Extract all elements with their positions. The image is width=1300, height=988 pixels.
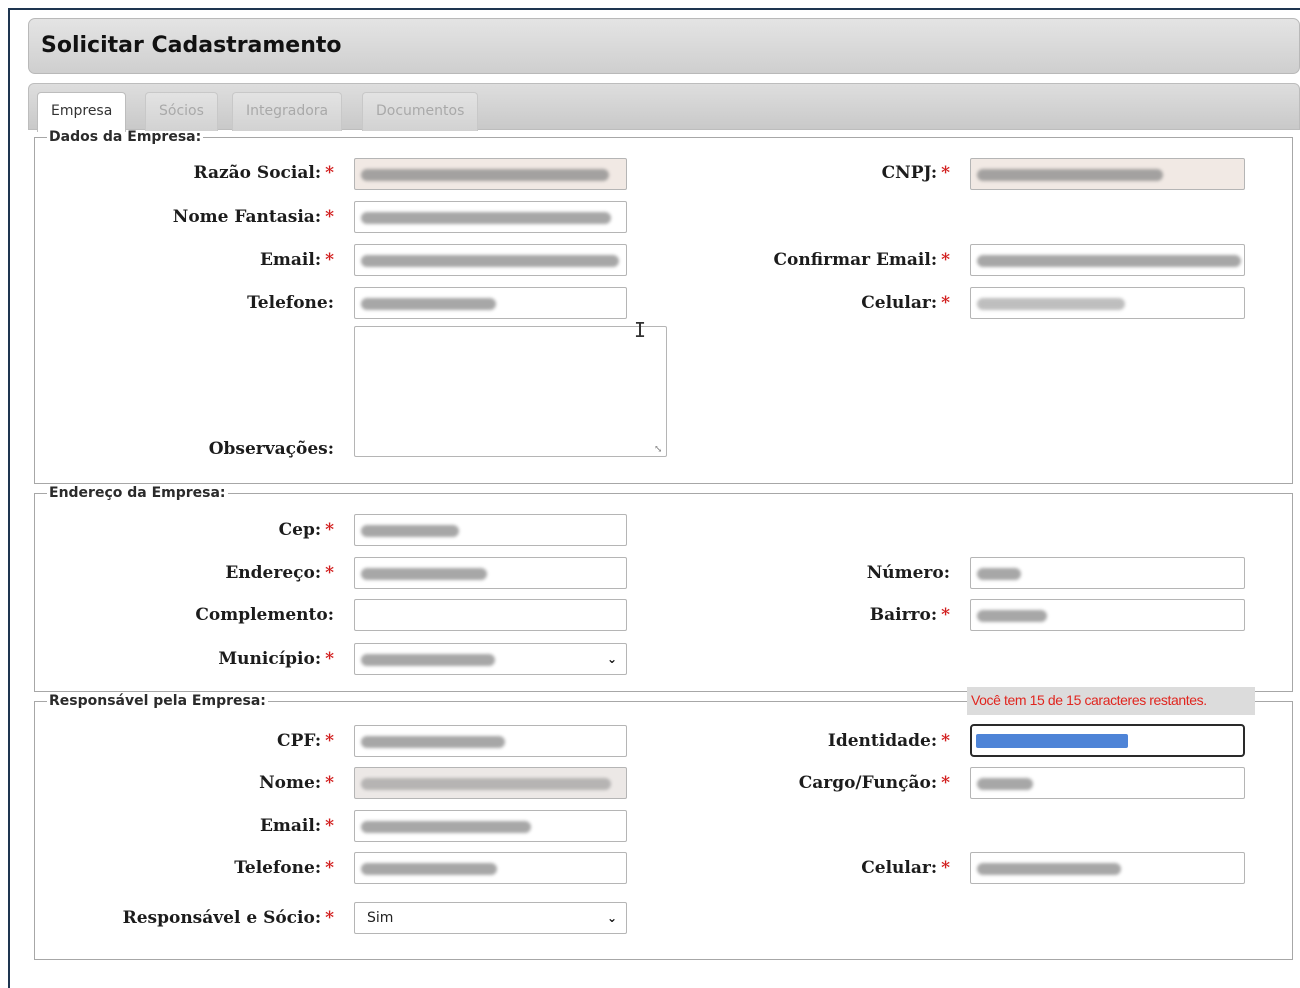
cargo-funcao-label: Cargo/Função: * [798,773,950,793]
telefone-input[interactable] [354,287,627,319]
bairro-input[interactable] [970,599,1245,631]
confirmar-email-input[interactable] [970,244,1245,276]
legend-endereco-empresa: Endereço da Empresa: [49,485,226,501]
numero-input[interactable] [970,557,1245,589]
nome-input[interactable] [354,767,627,799]
identidade-input[interactable] [970,724,1245,757]
responsavel-email-input[interactable] [354,810,627,842]
cnpj-input[interactable] [970,158,1245,190]
title-bar: Solicitar Cadastramento [28,18,1300,74]
tab-socios[interactable]: Sócios [145,92,218,131]
complemento-input[interactable] [354,599,627,631]
nome-fantasia-input[interactable] [354,201,627,233]
cargo-funcao-input[interactable] [970,767,1245,799]
identidade-label: Identidade: * [827,731,950,751]
legend-responsavel-empresa: Responsável pela Empresa: [49,693,266,709]
razao-social-input[interactable] [354,158,627,190]
tab-documentos[interactable]: Documentos [362,92,479,131]
responsavel-telefone-label: Telefone: * [234,858,334,878]
municipio-label: Município: * [218,649,334,669]
email-label: Email: * [259,250,334,270]
tab-empresa[interactable]: Empresa [37,92,127,132]
cpf-input[interactable] [354,725,627,757]
page-title: Solicitar Cadastramento [41,33,342,58]
text-cursor-icon: I [634,318,647,342]
responsavel-telefone-input[interactable] [354,852,627,884]
confirmar-email-label: Confirmar Email: * [773,250,950,270]
tab-bar: Empresa Sócios Integradora Documentos [28,83,1300,132]
nome-label: Nome: * [259,773,334,793]
celular-label: Celular: * [861,293,950,313]
chevron-down-icon: ⌄ [606,652,618,666]
observacoes-label: Observações: [208,439,334,459]
responsavel-celular-label: Celular: * [861,858,950,878]
tab-integradora[interactable]: Integradora [232,92,343,131]
cep-input[interactable] [354,514,627,546]
cep-label: Cep: * [278,520,334,540]
responsavel-celular-input[interactable] [970,852,1245,884]
complemento-label: Complemento: [195,605,334,625]
responsavel-socio-select[interactable]: Sim ⌄ [354,902,627,934]
cpf-label: CPF: * [277,731,334,751]
resize-grip-icon[interactable]: ⤡ [654,445,664,455]
endereco-input[interactable] [354,557,627,589]
bairro-label: Bairro: * [869,605,950,625]
responsavel-socio-value: Sim [367,910,394,926]
municipio-select[interactable]: ⌄ [354,643,627,675]
email-input[interactable] [354,244,627,276]
celular-input[interactable] [970,287,1245,319]
chevron-down-icon: ⌄ [606,911,618,925]
numero-label: Número: [866,563,950,583]
nome-fantasia-label: Nome Fantasia: * [172,207,334,227]
razao-social-label: Razão Social: * [193,163,334,183]
responsavel-email-label: Email: * [259,816,334,836]
cnpj-label: CNPJ: * [881,163,950,183]
observacoes-textarea[interactable]: ⤡ [354,326,667,457]
telefone-label: Telefone: [247,293,334,313]
responsavel-socio-label: Responsável e Sócio: * [122,908,334,928]
char-count-hint: Você tem 15 de 15 caracteres restantes. [967,687,1255,715]
endereco-label: Endereço: * [225,563,334,583]
legend-dados-empresa: Dados da Empresa: [49,129,202,145]
